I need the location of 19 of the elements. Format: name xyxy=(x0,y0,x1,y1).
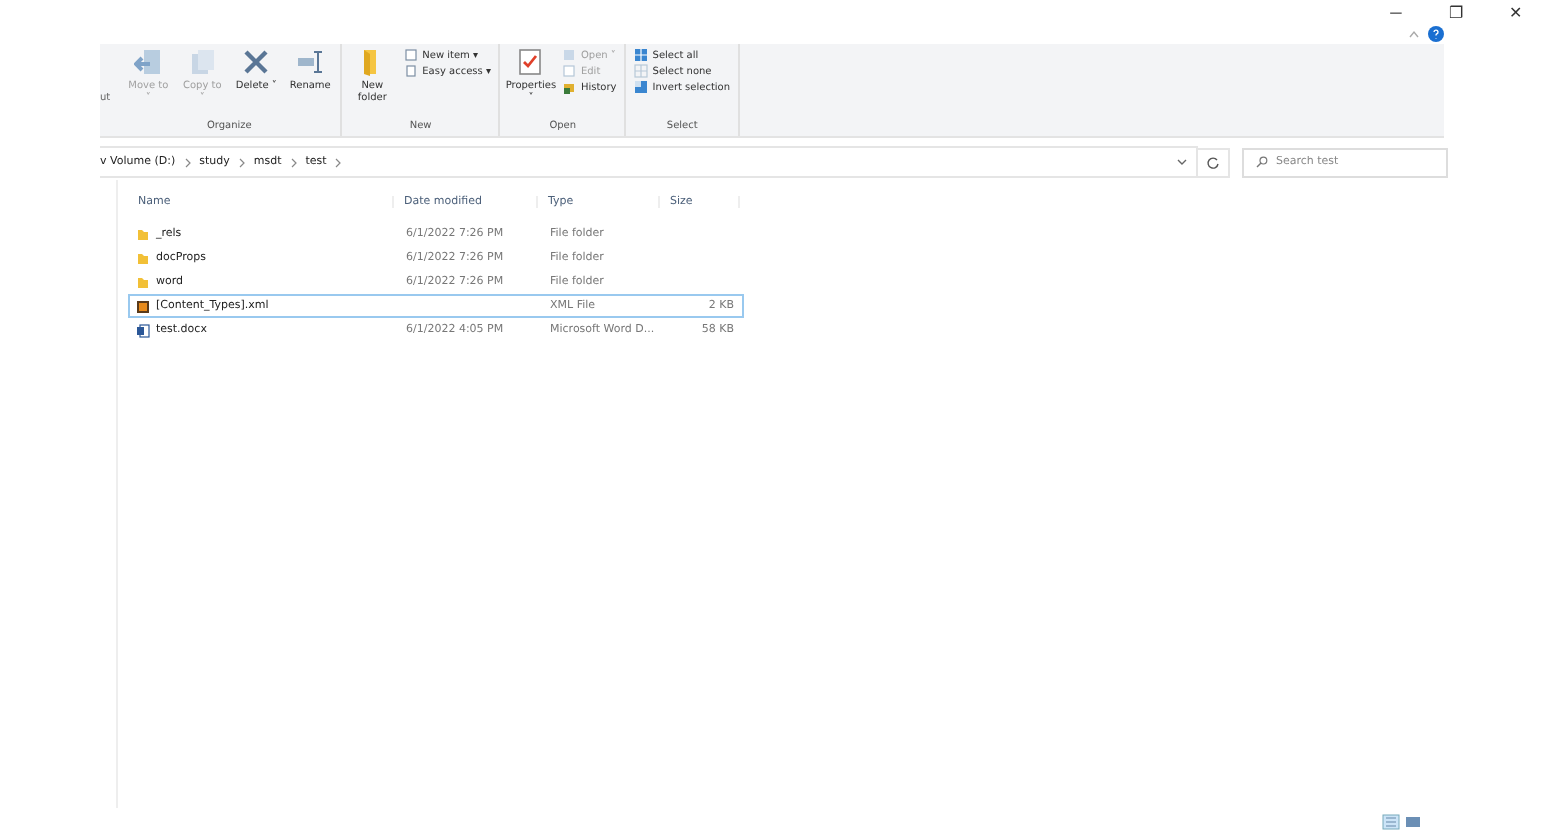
chevron-right-icon xyxy=(237,157,246,167)
chevron-right-icon xyxy=(334,157,343,167)
close-button[interactable]: ✕ xyxy=(1502,0,1530,24)
refresh-button[interactable] xyxy=(1198,147,1230,177)
chevron-down-icon[interactable] xyxy=(1176,158,1188,166)
maximize-button[interactable]: ❐ xyxy=(1442,0,1470,24)
document-icon xyxy=(562,48,577,62)
minimize-button[interactable]: ─ xyxy=(1382,0,1410,24)
chevron-right-icon xyxy=(183,157,192,167)
arrow-icon xyxy=(134,48,163,76)
word-document-icon xyxy=(136,323,150,337)
help-icon[interactable] xyxy=(1428,26,1444,42)
text-cursor-icon xyxy=(296,48,325,76)
search-icon xyxy=(1256,156,1268,168)
close-icon xyxy=(242,48,271,76)
refresh-icon xyxy=(1206,155,1220,169)
thumbnail-view-icon[interactable] xyxy=(1404,814,1422,830)
file-icon xyxy=(136,299,150,313)
chevron-right-icon xyxy=(289,157,298,167)
